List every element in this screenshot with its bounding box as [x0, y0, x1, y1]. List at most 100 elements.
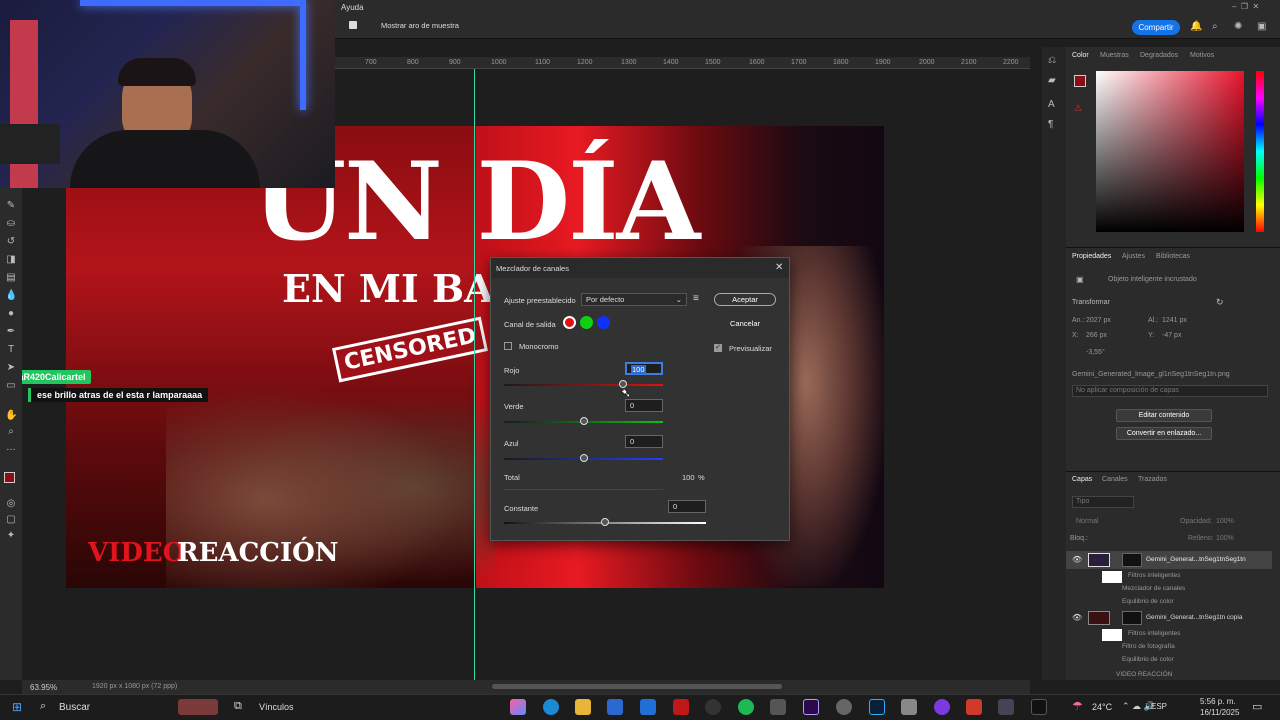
green-input[interactable]: 0: [625, 399, 663, 412]
guide-line[interactable]: [474, 69, 475, 680]
y-value[interactable]: -47 px: [1162, 332, 1181, 339]
type-icon[interactable]: T: [5, 344, 17, 356]
preset-menu-icon[interactable]: ≡: [693, 293, 699, 304]
blue-input[interactable]: 0: [625, 435, 663, 448]
quick-mask-icon[interactable]: ◎: [5, 498, 17, 510]
horizontal-scrollbar[interactable]: [492, 684, 782, 689]
width-value[interactable]: 2027 px: [1086, 317, 1111, 324]
tab-channels[interactable]: Canales: [1102, 476, 1128, 483]
search-highlight-image[interactable]: [178, 699, 218, 715]
layer-name[interactable]: Gemini_Generat...tnSeg1tn copia: [1146, 614, 1242, 621]
comments-icon[interactable]: ▰: [1048, 75, 1056, 86]
layer-name[interactable]: VIDEO REACCIÓN: [1116, 671, 1172, 678]
shape-icon[interactable]: ▭: [5, 380, 17, 392]
xbox-icon[interactable]: [705, 699, 721, 715]
workspace-icon[interactable]: ▣: [1257, 21, 1266, 32]
output-blue-radio[interactable]: [597, 316, 610, 329]
app-icon[interactable]: [934, 699, 950, 715]
output-green-radio[interactable]: [580, 316, 593, 329]
tab-properties[interactable]: Propiedades: [1072, 253, 1111, 260]
temperature[interactable]: 24°C: [1092, 702, 1112, 712]
height-value[interactable]: 1241 px: [1162, 317, 1187, 324]
generative-icon[interactable]: ✦: [5, 530, 17, 542]
bridge-icon[interactable]: [1031, 699, 1047, 715]
convert-linked-button[interactable]: Convertir en enlazado...: [1116, 427, 1212, 440]
settings-icon[interactable]: [770, 699, 786, 715]
blue-slider-knob[interactable]: [579, 454, 588, 462]
monochrome-checkbox[interactable]: [504, 342, 512, 350]
path-select-icon[interactable]: ➤: [5, 362, 17, 374]
edge-icon[interactable]: [543, 699, 559, 715]
zoom-icon[interactable]: ⌕: [5, 426, 17, 438]
red-input[interactable]: 100: [625, 362, 663, 375]
blend-mode-select[interactable]: Normal: [1076, 518, 1099, 525]
fill-value[interactable]: 100%: [1216, 535, 1234, 542]
filter-item[interactable]: Filtro de fotografía: [1122, 643, 1175, 650]
history-brush-icon[interactable]: ↺: [5, 236, 17, 248]
sample-ring-checkbox[interactable]: [349, 21, 357, 29]
color-picker-field[interactable]: [1096, 71, 1244, 232]
brush-icon[interactable]: ✎: [5, 200, 17, 212]
spotify-icon[interactable]: [738, 699, 754, 715]
app-icon[interactable]: [966, 699, 982, 715]
preset-select[interactable]: Por defecto ⌄: [581, 293, 687, 306]
tab-paths[interactable]: Trazados: [1138, 476, 1167, 483]
opacity-value[interactable]: 100%: [1216, 518, 1234, 525]
tray-icons[interactable]: ⌃ ☁ 🔊: [1122, 701, 1155, 712]
app-icon[interactable]: [901, 699, 917, 715]
taskbar-search[interactable]: Buscar: [59, 702, 90, 713]
app-icon[interactable]: [673, 699, 689, 715]
edit-contents-button[interactable]: Editar contenido: [1116, 409, 1212, 422]
windows-start-icon[interactable]: ⊞: [12, 700, 22, 714]
premiere-icon[interactable]: [803, 699, 819, 715]
notifications-icon[interactable]: ▭: [1252, 700, 1262, 713]
layer-comp-select[interactable]: No aplicar composición de capas: [1076, 387, 1179, 394]
eye-icon[interactable]: 👁: [1072, 555, 1082, 564]
filter-item[interactable]: Mezclador de canales: [1122, 585, 1185, 592]
clock-time[interactable]: 5:56 p. m.: [1200, 697, 1236, 706]
menu-help[interactable]: Ayuda: [341, 3, 364, 12]
history-icon[interactable]: ⎌: [1048, 55, 1056, 66]
hand-icon[interactable]: ✋: [5, 410, 17, 422]
tab-patterns[interactable]: Motivos: [1190, 52, 1214, 59]
angle-value[interactable]: -3,55°: [1086, 349, 1105, 356]
hue-slider[interactable]: [1256, 71, 1264, 232]
dodge-icon[interactable]: ●: [5, 308, 17, 320]
tab-swatches[interactable]: Muestras: [1100, 52, 1129, 59]
copilot-icon[interactable]: [510, 699, 526, 715]
file-explorer-icon[interactable]: [575, 699, 591, 715]
document-info[interactable]: 1920 px x 1080 px (72 ppp): [92, 683, 177, 690]
more-tools-icon[interactable]: …: [5, 442, 17, 454]
language[interactable]: ESP: [1151, 702, 1167, 711]
tab-color[interactable]: Color: [1072, 52, 1089, 59]
clock-date[interactable]: 16/11/2025: [1200, 708, 1239, 717]
constant-slider-knob[interactable]: [601, 518, 609, 526]
foreground-color[interactable]: [4, 472, 15, 483]
gradient-icon[interactable]: ▤: [5, 272, 17, 284]
bell-icon[interactable]: 🔔: [1190, 21, 1202, 32]
task-view-icon[interactable]: ⧉: [234, 700, 242, 713]
eye-icon[interactable]: 👁: [1072, 613, 1082, 622]
stamp-icon[interactable]: ⛀: [5, 218, 17, 230]
zoom-level[interactable]: 63.95%: [30, 683, 57, 692]
reset-icon[interactable]: ↻: [1216, 297, 1224, 308]
x-value[interactable]: 266 px: [1086, 332, 1107, 339]
app-icon[interactable]: [836, 699, 852, 715]
red-slider-track[interactable]: [504, 384, 663, 386]
layer-filter-input[interactable]: Tipo: [1076, 498, 1089, 505]
window-controls[interactable]: – ❐ ✕: [1232, 2, 1259, 11]
filter-item[interactable]: Equilibrio de color: [1122, 598, 1174, 605]
paragraph-icon[interactable]: ¶: [1048, 119, 1053, 130]
eraser-icon[interactable]: ◨: [5, 254, 17, 266]
tab-layers[interactable]: Capas: [1072, 476, 1092, 483]
screen-mode-icon[interactable]: ▢: [5, 514, 17, 526]
mail-icon[interactable]: [640, 699, 656, 715]
share-button[interactable]: Compartir: [1132, 20, 1180, 35]
photoshop-icon[interactable]: [869, 699, 885, 715]
tab-gradients[interactable]: Degradados: [1140, 52, 1178, 59]
app-icon[interactable]: [998, 699, 1014, 715]
accept-button[interactable]: Aceptar: [714, 293, 776, 306]
character-icon[interactable]: A: [1048, 99, 1055, 110]
close-icon[interactable]: ✕: [775, 262, 783, 273]
constant-input[interactable]: 0: [668, 500, 706, 513]
